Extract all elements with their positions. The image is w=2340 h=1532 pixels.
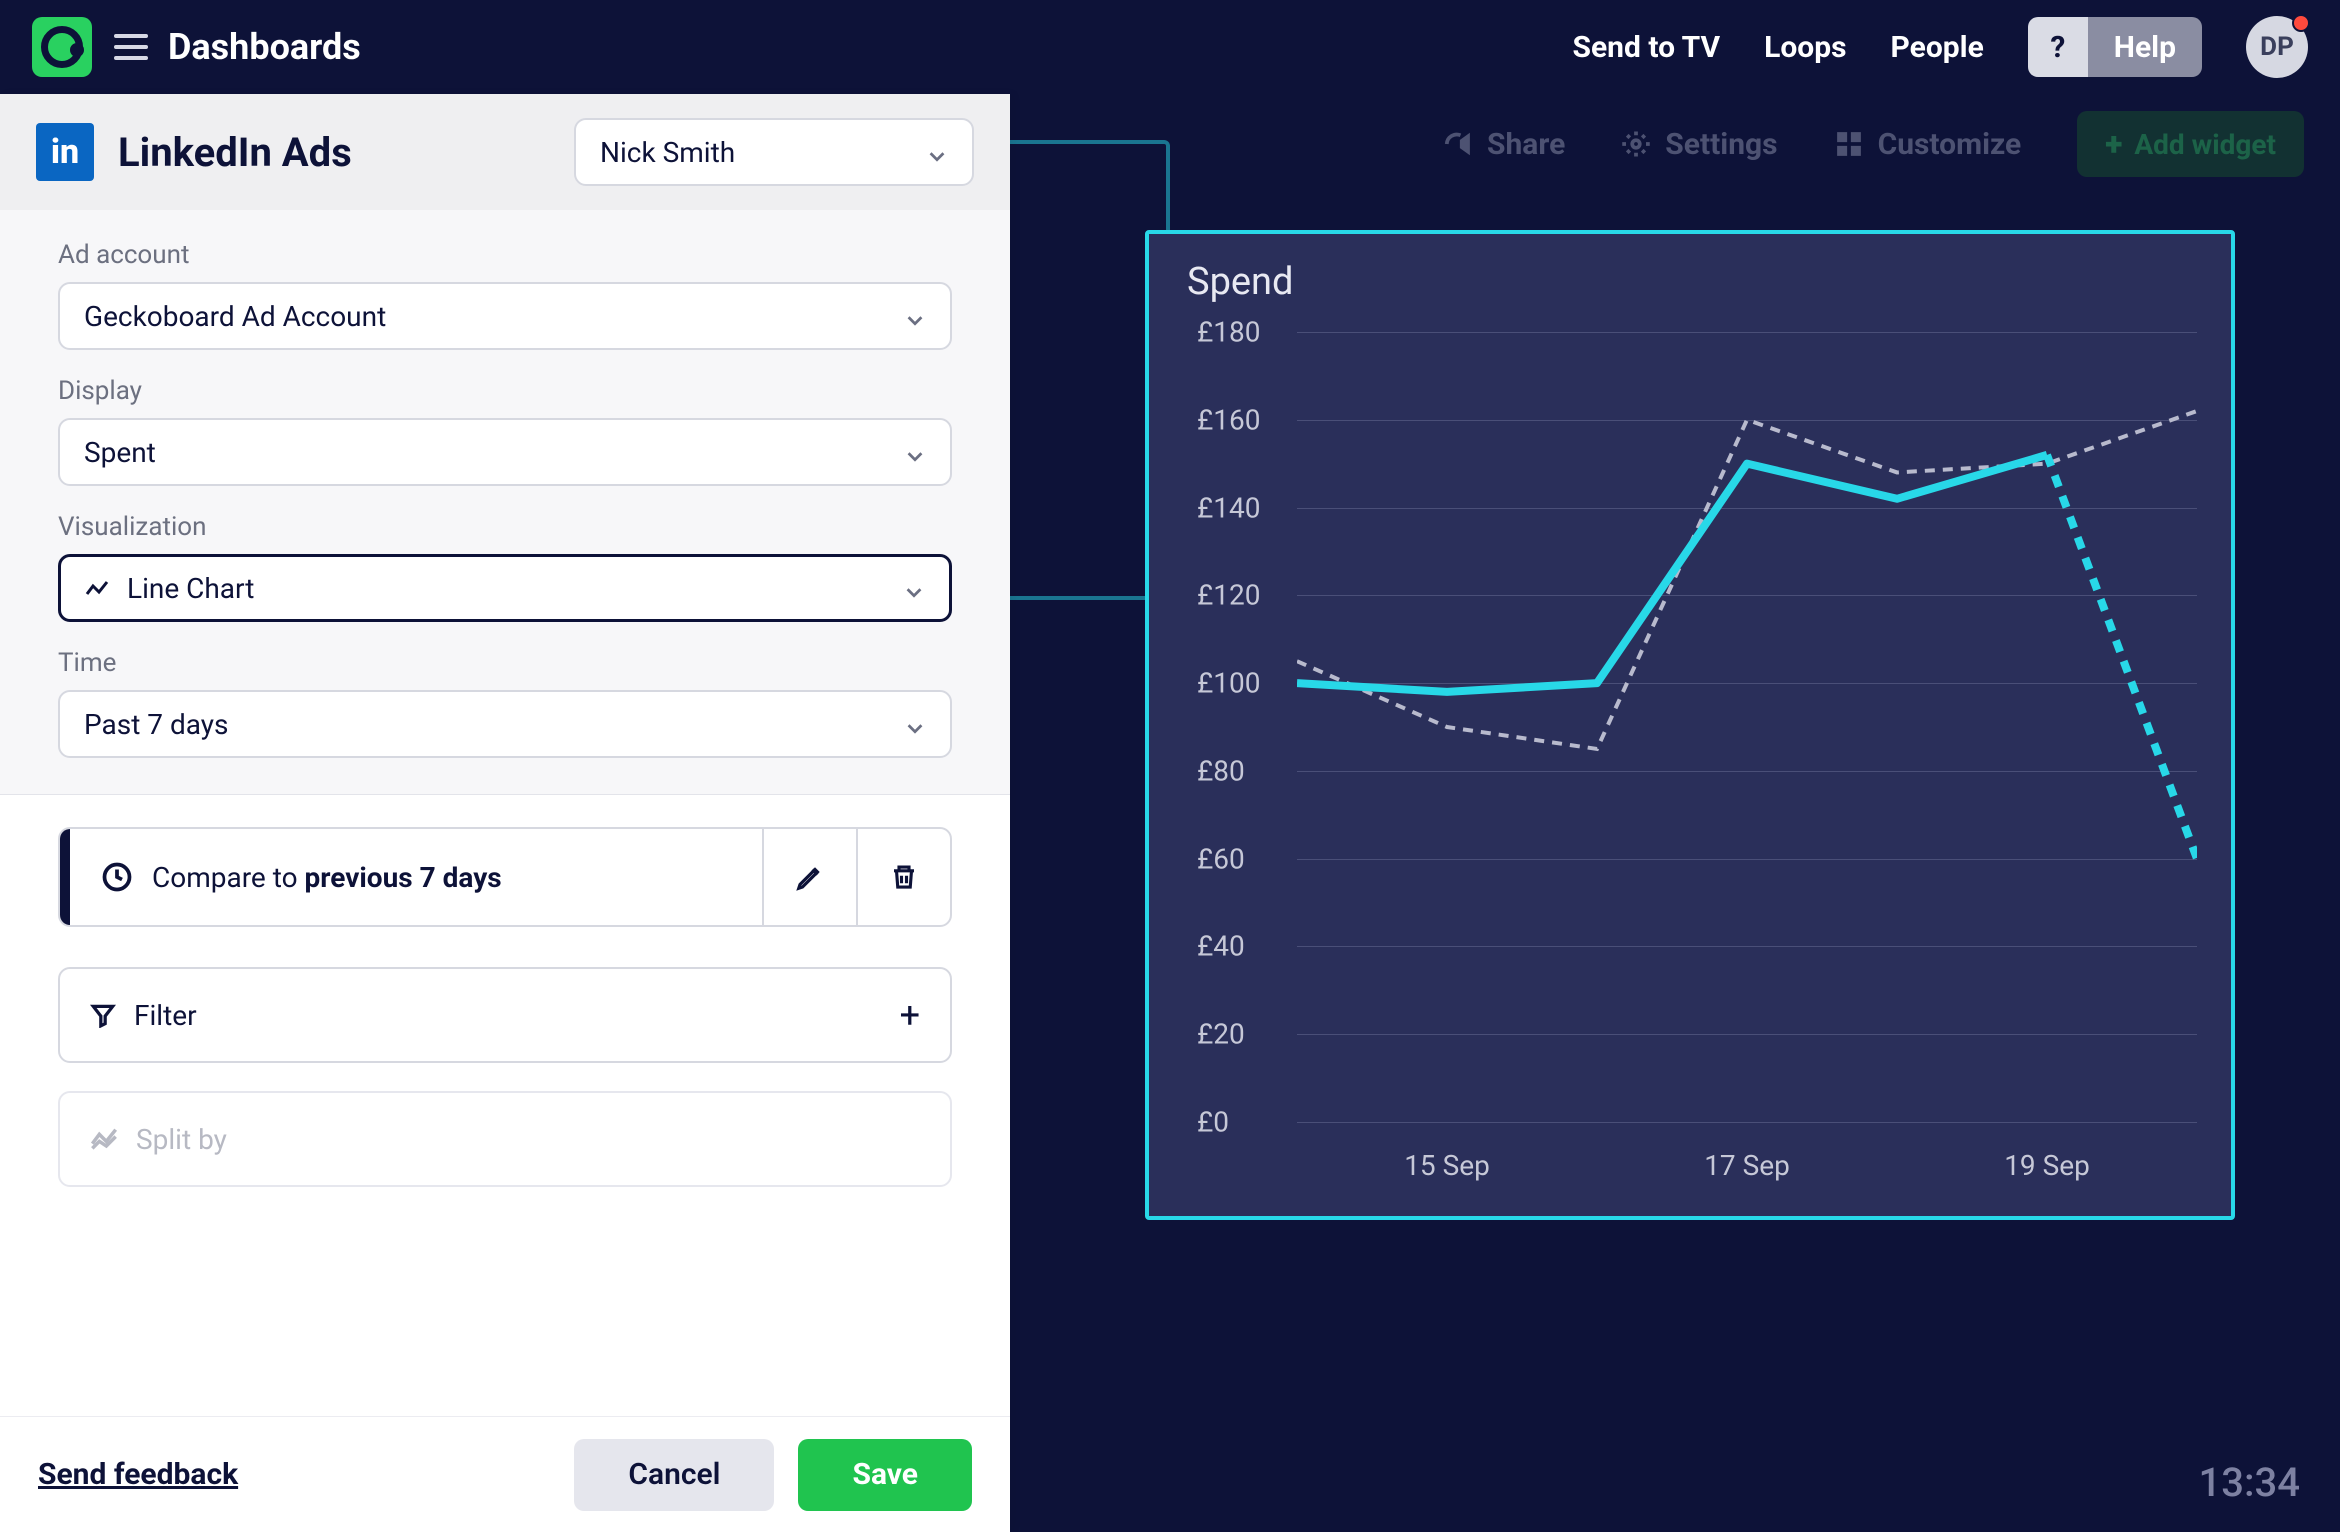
time-value: Past 7 days [84,708,229,741]
linkedin-logo-icon: in [36,123,94,181]
y-tick-label: £20 [1197,1018,1245,1051]
compare-row: Compare to previous 7 days [58,827,952,927]
user-select-dropdown[interactable]: Nick Smith [574,118,974,186]
canvas-toolbar: Share Settings Customize + Add widget [1010,94,2340,194]
y-tick-label: £80 [1197,754,1245,787]
dashboard-canvas: Share Settings Customize + Add widget Sp… [1010,94,2340,1532]
y-tick-label: £140 [1197,491,1261,524]
user-select-value: Nick Smith [600,136,735,169]
dim-overlay [1010,94,2340,194]
x-tick-label: 19 Sep [2004,1149,2090,1182]
sidebar-header: in LinkedIn Ads Nick Smith [0,94,1010,210]
page-title: Dashboards [168,26,361,68]
menu-icon[interactable] [114,34,148,60]
spend-widget[interactable]: Spend £0 £20 £40 £60 £80 £100 £120 £140 £160 £180… [1145,230,2235,1220]
y-tick-label: £160 [1197,403,1261,436]
widget-title: Spend [1187,260,2207,304]
ad-account-value: Geckoboard Ad Account [84,300,386,333]
nav-loops[interactable]: Loops [1764,30,1846,65]
chevron-down-icon [904,305,926,327]
compare-text: Compare to previous 7 days [152,861,502,894]
help-button[interactable]: Help [2088,17,2202,77]
chevron-down-icon [903,577,925,599]
send-feedback-link[interactable]: Send feedback [38,1457,238,1492]
topbar-right: Send to TV Loops People ? Help DP [1572,16,2308,78]
pencil-icon [795,862,825,892]
avatar[interactable]: DP [2246,16,2308,78]
compare-label-area[interactable]: Compare to previous 7 days [60,829,762,925]
cancel-button[interactable]: Cancel [574,1439,774,1511]
nav-send-to-tv[interactable]: Send to TV [1572,30,1720,65]
trash-icon [889,862,919,892]
ad-account-label: Ad account [58,240,952,270]
filter-row[interactable]: Filter + [58,967,952,1063]
visualization-dropdown[interactable]: Line Chart [58,554,952,622]
x-tick-label: 15 Sep [1404,1149,1490,1182]
filter-label: Filter [134,999,197,1032]
nav-people[interactable]: People [1891,30,1984,65]
line-chart-icon [85,576,109,600]
time-dropdown[interactable]: Past 7 days [58,690,952,758]
spend-line-chart: £0£20£40£60£80£100£120£140£160£18015 Sep… [1187,332,2207,1182]
split-icon [90,1125,118,1153]
y-tick-label: £0 [1197,1106,1229,1139]
split-label: Split by [136,1123,227,1156]
compare-filter-section: Compare to previous 7 days Filter + Spli… [0,794,1010,1227]
clock-icon [102,862,132,892]
help-group: ? Help [2028,17,2202,77]
y-tick-label: £120 [1197,579,1261,612]
time-label: Time [58,648,952,678]
y-tick-label: £40 [1197,930,1245,963]
visualization-value: Line Chart [127,572,254,605]
help-question-button[interactable]: ? [2028,17,2088,77]
chevron-down-icon [904,441,926,463]
save-button[interactable]: Save [798,1439,972,1511]
x-tick-label: 17 Sep [1704,1149,1790,1182]
y-tick-label: £60 [1197,842,1245,875]
dashboard-clock: 13:34 [2199,1459,2300,1506]
ad-account-dropdown[interactable]: Geckoboard Ad Account [58,282,952,350]
plus-icon: + [900,994,920,1036]
chevron-down-icon [926,141,948,163]
config-form: Ad account Geckoboard Ad Account Display… [0,210,1010,794]
y-tick-label: £180 [1197,316,1261,349]
integration-title: LinkedIn Ads [118,129,574,176]
display-value: Spent [84,436,156,469]
widget-config-sidebar: in LinkedIn Ads Nick Smith Ad account Ge… [0,94,1010,1532]
y-tick-label: £100 [1197,667,1261,700]
edit-compare-button[interactable] [762,829,856,925]
chevron-down-icon [904,713,926,735]
split-by-row: Split by [58,1091,952,1187]
sidebar-footer: Send feedback Cancel Save [0,1416,1010,1532]
app-logo [32,17,92,77]
filter-icon [90,1002,116,1028]
topbar: Dashboards Send to TV Loops People ? Hel… [0,0,2340,94]
display-label: Display [58,376,952,406]
display-dropdown[interactable]: Spent [58,418,952,486]
visualization-label: Visualization [58,512,952,542]
delete-compare-button[interactable] [856,829,950,925]
